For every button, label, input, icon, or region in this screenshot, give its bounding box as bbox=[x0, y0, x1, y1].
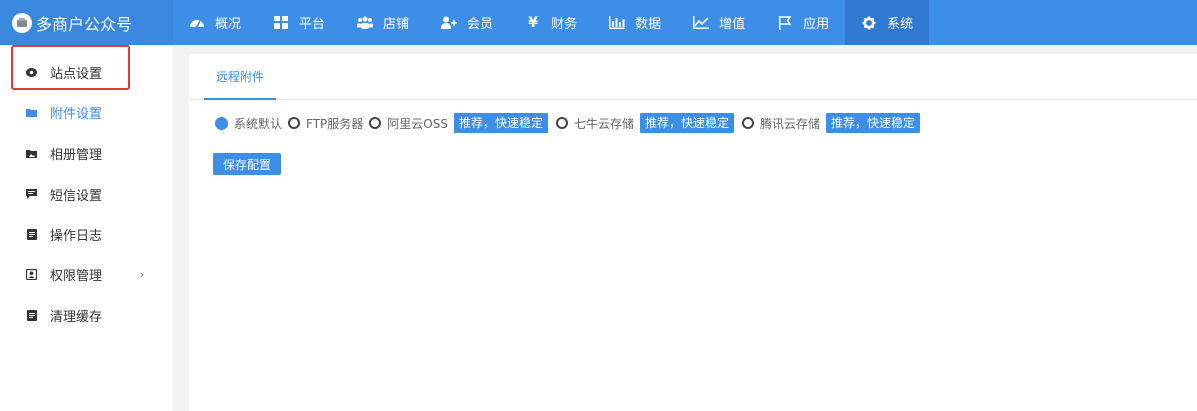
option-label: 七牛云存储 bbox=[573, 116, 634, 131]
nav-label: 应用 bbox=[803, 17, 830, 32]
radio-system-default[interactable] bbox=[215, 116, 228, 130]
user-card-icon bbox=[26, 268, 37, 280]
tab-remote-attachment[interactable]: 远程附件 bbox=[204, 54, 277, 100]
bar-chart-icon bbox=[609, 15, 626, 31]
chevron-right-icon: › bbox=[140, 267, 145, 281]
group-icon bbox=[357, 15, 374, 31]
brand[interactable]: 多商户公众号 bbox=[0, 0, 173, 45]
recommend-badge: 推荐，快速稳定 bbox=[453, 113, 548, 133]
nav-label: 数据 bbox=[635, 17, 662, 32]
nav-item-apps[interactable]: 应用 bbox=[761, 0, 845, 45]
nav-label: 财务 bbox=[551, 17, 578, 32]
nav-item-overview[interactable]: 概况 bbox=[173, 0, 257, 45]
nav-item-data[interactable]: 数据 bbox=[593, 0, 677, 45]
app-title: 多商户公众号 bbox=[36, 14, 133, 34]
image-folder-icon bbox=[26, 148, 37, 159]
sidebar-item-album[interactable]: 相册管理 bbox=[0, 133, 173, 173]
sidebar-item-clear-cache[interactable]: 清理缓存 bbox=[0, 295, 173, 335]
nav-item-members[interactable]: 会员 bbox=[425, 0, 509, 45]
nav-label: 增值 bbox=[719, 17, 746, 32]
option-label: 系统默认 bbox=[234, 116, 283, 131]
sidebar-item-sms[interactable]: 短信设置 bbox=[0, 174, 173, 214]
dashboard-icon bbox=[189, 15, 205, 31]
nav-item-stores[interactable]: 店铺 bbox=[341, 0, 425, 45]
sidebar-item-label: 短信设置 bbox=[50, 188, 103, 204]
nav-item-system[interactable]: 系统 bbox=[845, 0, 930, 45]
sidebar-item-attachment-settings[interactable]: 附件设置 bbox=[0, 92, 173, 132]
nav-item-finance[interactable]: ¥ 财务 bbox=[509, 0, 593, 45]
highlight-box bbox=[11, 45, 130, 90]
radio-aliyun-oss[interactable] bbox=[369, 117, 382, 129]
radio-ftp[interactable] bbox=[288, 117, 301, 129]
option-label: 腾讯云存储 bbox=[760, 116, 821, 131]
nav-label: 概况 bbox=[215, 17, 242, 32]
top-bar: 多商户公众号 概况 平台 店铺 会员 ¥ 财务 数据 增值 应用 系统 bbox=[0, 0, 1197, 45]
yen-icon: ¥ bbox=[528, 14, 538, 31]
document-icon bbox=[26, 228, 37, 240]
storage-options: 系统默认 FTP服务器 阿里云OSS 推荐，快速稳定 七牛云存储 推荐，快速稳定… bbox=[215, 112, 928, 134]
option-label: FTP服务器 bbox=[306, 116, 364, 131]
nav-item-value-added[interactable]: 增值 bbox=[677, 0, 761, 45]
top-nav: 概况 平台 店铺 会员 ¥ 财务 数据 增值 应用 系统 bbox=[173, 0, 930, 45]
sidebar-item-label: 相册管理 bbox=[50, 147, 103, 163]
folder-icon bbox=[26, 107, 37, 118]
sidebar-item-label: 清理缓存 bbox=[50, 309, 103, 325]
brand-logo-icon bbox=[12, 12, 32, 33]
nav-label: 系统 bbox=[887, 17, 914, 32]
sidebar-item-label: 权限管理 bbox=[50, 268, 103, 284]
recommend-badge: 推荐，快速稳定 bbox=[826, 113, 921, 133]
document-icon bbox=[26, 309, 37, 321]
sidebar-item-permissions[interactable]: 权限管理 › bbox=[0, 254, 173, 294]
sidebar-item-label: 操作日志 bbox=[50, 228, 103, 244]
nav-label: 平台 bbox=[299, 17, 326, 32]
sidebar-item-label: 附件设置 bbox=[50, 106, 103, 122]
add-user-icon bbox=[441, 15, 458, 31]
radio-tencent-cos[interactable] bbox=[742, 117, 755, 129]
flag-icon bbox=[777, 15, 793, 31]
tab-bar: 远程附件 bbox=[189, 54, 1197, 100]
message-icon bbox=[26, 189, 37, 200]
radio-qiniu[interactable] bbox=[555, 117, 568, 129]
main-panel: 远程附件 系统默认 FTP服务器 阿里云OSS 推荐，快速稳定 七牛云存储 推荐… bbox=[189, 54, 1197, 411]
line-chart-icon bbox=[693, 15, 710, 31]
sidebar: 站点设置 附件设置 相册管理 短信设置 操作日志 权限管理 › 清理缓存 bbox=[0, 45, 173, 411]
recommend-badge: 推荐，快速稳定 bbox=[640, 113, 735, 133]
nav-label: 会员 bbox=[467, 17, 494, 32]
nav-label: 店铺 bbox=[383, 17, 410, 32]
save-config-button[interactable]: 保存配置 bbox=[213, 153, 281, 175]
option-label: 阿里云OSS bbox=[387, 116, 448, 131]
grid-icon bbox=[273, 15, 289, 31]
sidebar-item-operation-log[interactable]: 操作日志 bbox=[0, 214, 173, 254]
gear-icon bbox=[861, 15, 877, 31]
nav-item-platform[interactable]: 平台 bbox=[257, 0, 341, 45]
